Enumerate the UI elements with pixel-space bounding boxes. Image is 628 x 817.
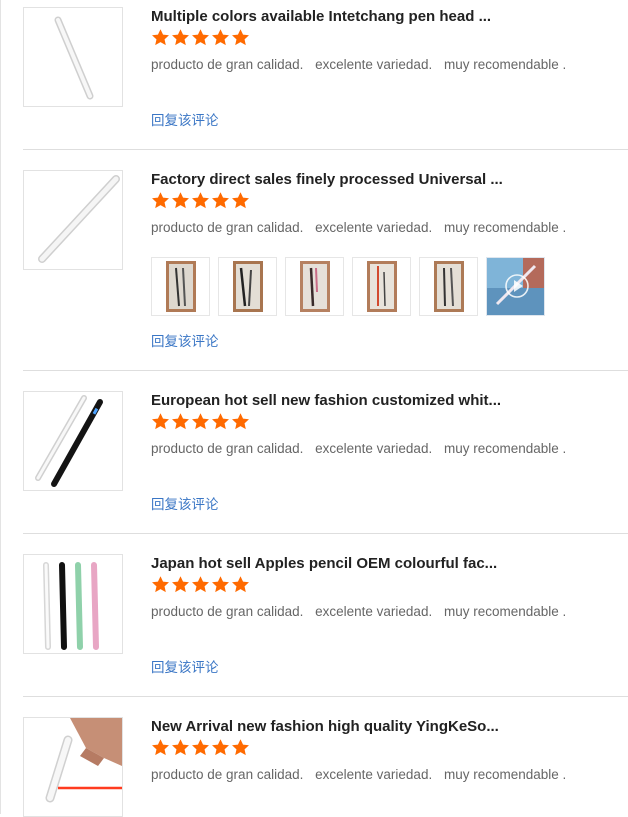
star-icon	[212, 413, 229, 430]
review-photo[interactable]	[218, 257, 277, 316]
product-thumbnail[interactable]	[23, 391, 123, 491]
star-icon	[192, 413, 209, 430]
review-photo[interactable]	[419, 257, 478, 316]
star-icon	[172, 29, 189, 46]
review-comment: producto de gran calidad. excelente vari…	[151, 767, 567, 782]
star-icon	[232, 413, 249, 430]
review-photo[interactable]	[285, 257, 344, 316]
rating-stars	[151, 191, 250, 211]
star-icon	[192, 739, 209, 756]
rating-stars	[151, 412, 250, 432]
star-icon	[192, 576, 209, 593]
product-title[interactable]: Multiple colors available Intetchang pen…	[151, 8, 511, 25]
left-border	[0, 0, 1, 814]
review-photos	[151, 257, 545, 316]
star-icon	[212, 576, 229, 593]
product-thumbnail[interactable]	[23, 717, 123, 817]
star-icon	[152, 29, 169, 46]
divider	[23, 370, 628, 371]
star-icon	[172, 192, 189, 209]
review-comment: producto de gran calidad. excelente vari…	[151, 441, 567, 456]
star-icon	[152, 413, 169, 430]
rating-stars	[151, 575, 250, 595]
review-comment: producto de gran calidad. excelente vari…	[151, 604, 567, 619]
review-comment: producto de gran calidad. excelente vari…	[151, 220, 567, 235]
star-icon	[172, 576, 189, 593]
review-comment: producto de gran calidad. excelente vari…	[151, 57, 567, 72]
star-icon	[172, 413, 189, 430]
rating-stars	[151, 738, 250, 758]
star-icon	[212, 739, 229, 756]
star-icon	[232, 29, 249, 46]
product-title[interactable]: Factory direct sales finely processed Un…	[151, 171, 511, 188]
divider	[23, 696, 628, 697]
review-photo[interactable]	[352, 257, 411, 316]
star-icon	[232, 192, 249, 209]
product-thumbnail[interactable]	[23, 554, 123, 654]
reply-link[interactable]: 回复该评论	[151, 493, 219, 513]
star-icon	[152, 576, 169, 593]
reply-link[interactable]: 回复该评论	[151, 330, 219, 350]
star-icon	[232, 739, 249, 756]
product-title[interactable]: Japan hot sell Apples pencil OEM colourf…	[151, 555, 511, 572]
star-icon	[192, 29, 209, 46]
star-icon	[192, 192, 209, 209]
product-thumbnail[interactable]	[23, 7, 123, 107]
star-icon	[172, 739, 189, 756]
review-photo[interactable]	[151, 257, 210, 316]
product-thumbnail[interactable]	[23, 170, 123, 270]
star-icon	[212, 192, 229, 209]
star-icon	[152, 192, 169, 209]
review-video-thumbnail[interactable]	[486, 257, 545, 316]
star-icon	[232, 576, 249, 593]
star-icon	[152, 739, 169, 756]
reply-link[interactable]: 回复该评论	[151, 656, 219, 676]
star-icon	[212, 29, 229, 46]
divider	[23, 149, 628, 150]
product-title[interactable]: New Arrival new fashion high quality Yin…	[151, 718, 511, 735]
reply-link[interactable]: 回复该评论	[151, 109, 219, 129]
product-title[interactable]: European hot sell new fashion customized…	[151, 392, 511, 409]
rating-stars	[151, 28, 250, 48]
divider	[23, 533, 628, 534]
